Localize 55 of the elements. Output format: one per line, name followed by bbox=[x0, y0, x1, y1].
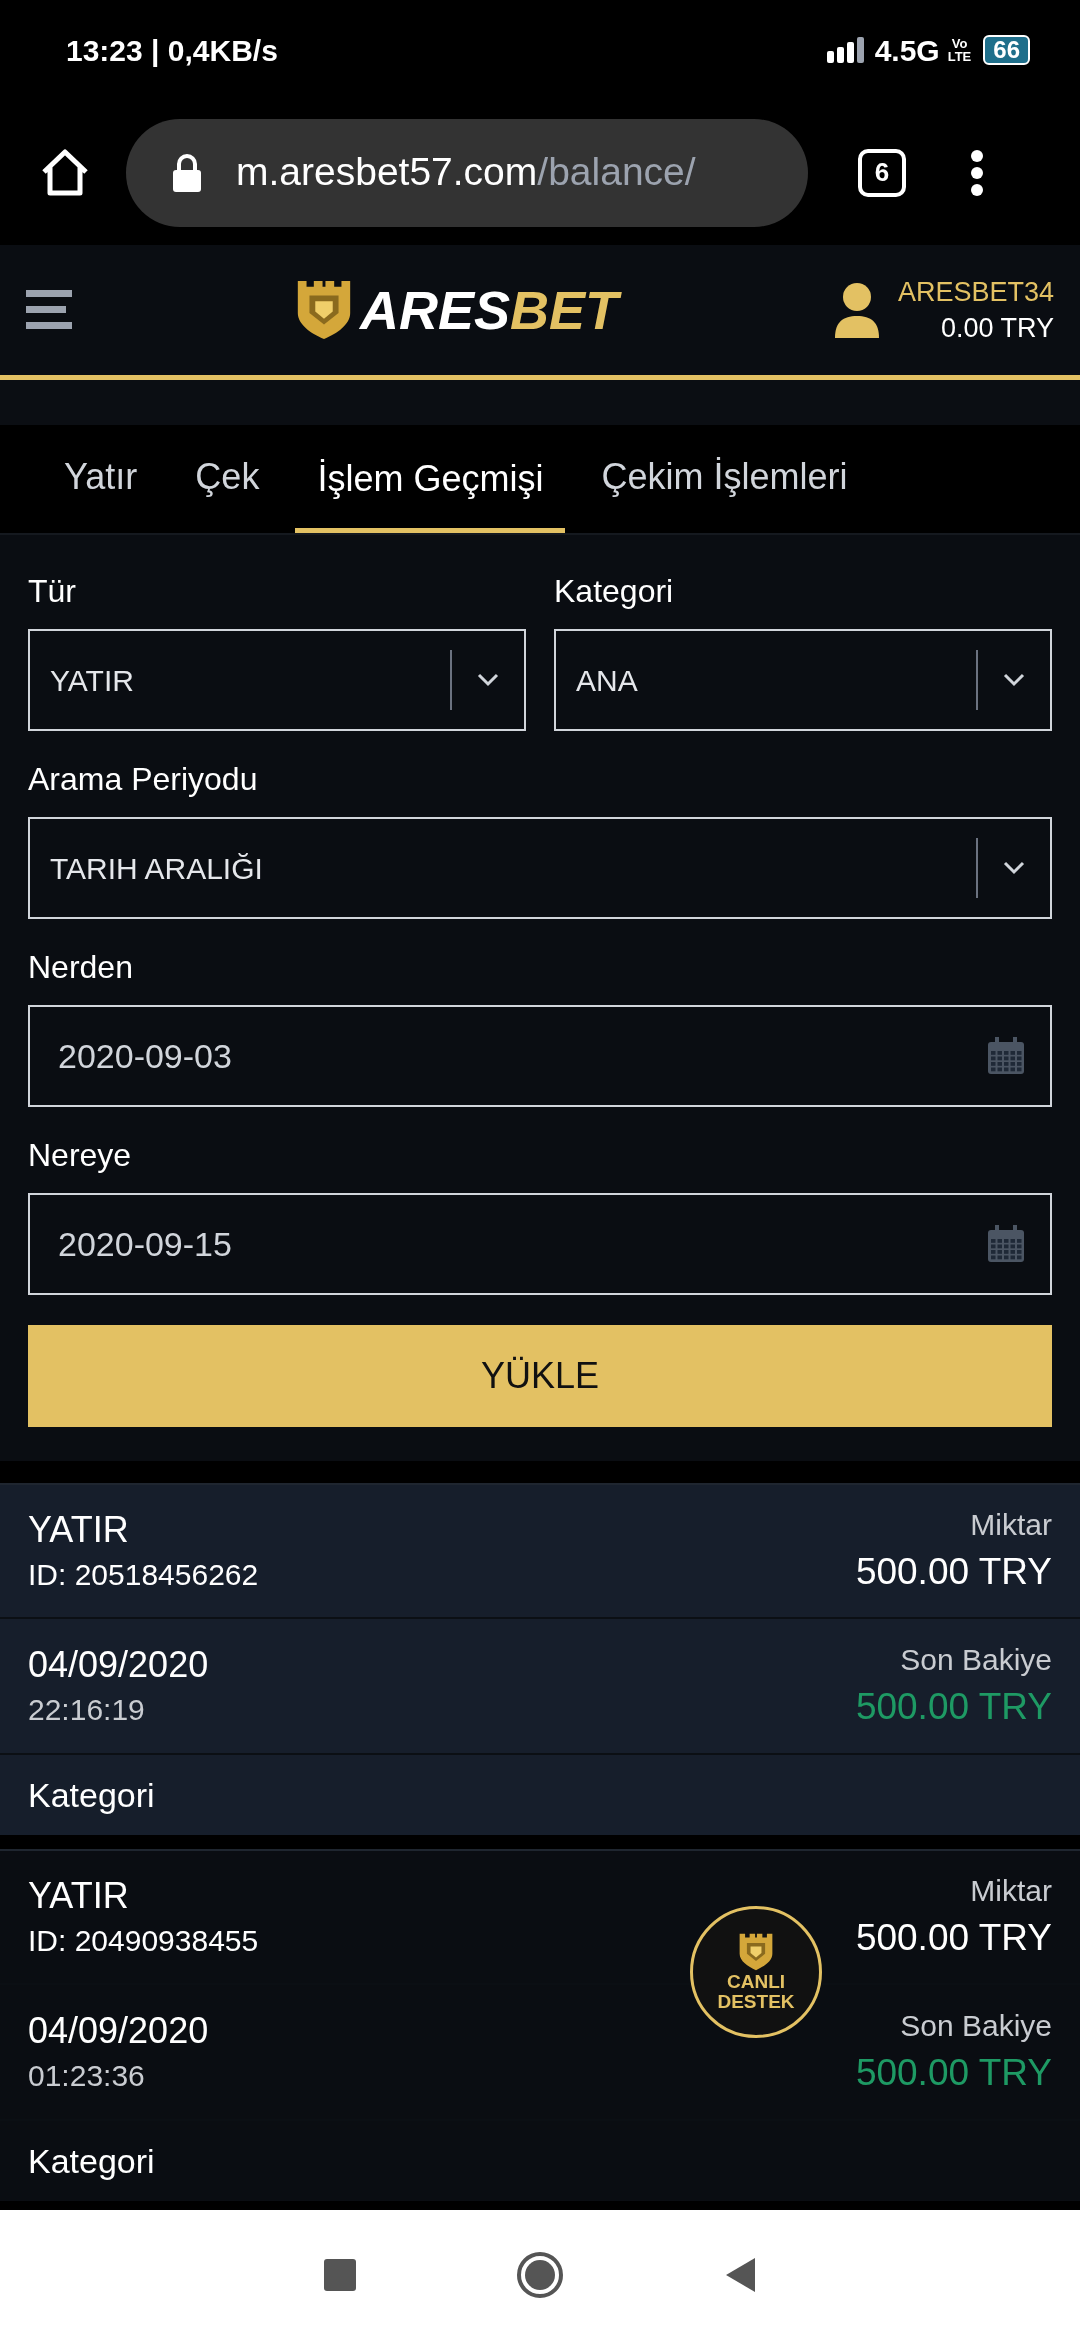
url-text: m.aresbet57.com/balance/ bbox=[236, 149, 696, 196]
calendar-icon bbox=[986, 1036, 1026, 1076]
back-icon[interactable] bbox=[724, 2257, 756, 2293]
category-label: Kategori bbox=[28, 2140, 155, 2182]
amount-label: Miktar bbox=[970, 1873, 1052, 1909]
tab[interactable]: Çek bbox=[195, 425, 260, 533]
more-menu-icon[interactable] bbox=[970, 148, 984, 197]
home-icon[interactable] bbox=[40, 147, 90, 198]
user-icon[interactable] bbox=[833, 282, 880, 338]
balance-value: 500.00 TRY bbox=[855, 1685, 1052, 1729]
battery-icon: 66 bbox=[983, 35, 1030, 65]
amount-label: Miktar bbox=[970, 1507, 1052, 1543]
transaction-card[interactable]: YATIR ID: 20518456262 Miktar 500.00 TRY 04/09/2020 22:16:19 Son Bakiye 500.00 TRY Kategori bbox=[0, 1483, 1080, 1835]
field-label: Nereye bbox=[28, 1136, 133, 1175]
user-balance: 0.00 TRY bbox=[940, 312, 1054, 345]
balance-label: Son Bakiye bbox=[900, 2008, 1052, 2044]
transaction-time: 01:23:36 bbox=[28, 2058, 146, 2094]
signal-icon bbox=[826, 37, 867, 63]
transaction-date: 04/09/2020 bbox=[28, 1643, 209, 1687]
field-label: Arama Periyodu bbox=[28, 760, 259, 799]
address-bar[interactable]: m.aresbet57.com/balance/ bbox=[126, 118, 808, 227]
lock-icon bbox=[172, 153, 202, 192]
amount-value: 500.00 TRY bbox=[855, 1550, 1052, 1594]
balance-value: 500.00 TRY bbox=[855, 2051, 1052, 2095]
tab[interactable]: Çekim İşlemleri bbox=[601, 425, 848, 533]
field-label: Nerden bbox=[28, 948, 134, 987]
load-button[interactable]: YÜKLE bbox=[28, 1325, 1052, 1427]
select-field[interactable]: TARIH ARALIĞI bbox=[28, 817, 1052, 919]
calendar-icon bbox=[986, 1224, 1026, 1264]
transaction-type: YATIR bbox=[28, 1508, 130, 1552]
select-field[interactable]: YATIR bbox=[28, 629, 526, 731]
category-label: Kategori bbox=[28, 1774, 155, 1816]
network-type: 4.5G bbox=[874, 32, 940, 69]
balance-label: Son Bakiye bbox=[900, 1642, 1052, 1678]
transaction-id: ID: 20490938455 bbox=[28, 1923, 259, 1959]
field-label: Kategori bbox=[554, 572, 675, 611]
date-field[interactable]: 2020-09-15 bbox=[28, 1193, 1052, 1295]
select-field[interactable]: ANA bbox=[554, 629, 1052, 731]
transaction-date: 04/09/2020 bbox=[28, 2009, 209, 2053]
date-field[interactable]: 2020-09-03 bbox=[28, 1005, 1052, 1107]
volte-label: Vo bbox=[951, 37, 968, 50]
tab-count-button[interactable]: 6 bbox=[858, 148, 906, 197]
home-button-icon[interactable] bbox=[516, 2251, 564, 2299]
lte-label: LTE bbox=[947, 50, 972, 63]
field-label: Tür bbox=[28, 572, 77, 611]
amount-value: 500.00 TRY bbox=[855, 1916, 1052, 1960]
transaction-time: 22:16:19 bbox=[28, 1692, 146, 1728]
transaction-type: YATIR bbox=[28, 1874, 130, 1918]
chevron-down-icon bbox=[1003, 861, 1025, 875]
status-time: 13:23 | 0,4KB/s bbox=[66, 32, 278, 69]
chevron-down-icon bbox=[1003, 673, 1025, 687]
username: ARESBET34 bbox=[897, 276, 1054, 309]
tab[interactable]: Yatır bbox=[64, 425, 138, 533]
transaction-id: ID: 20518456262 bbox=[28, 1557, 259, 1593]
chevron-down-icon bbox=[477, 673, 499, 687]
